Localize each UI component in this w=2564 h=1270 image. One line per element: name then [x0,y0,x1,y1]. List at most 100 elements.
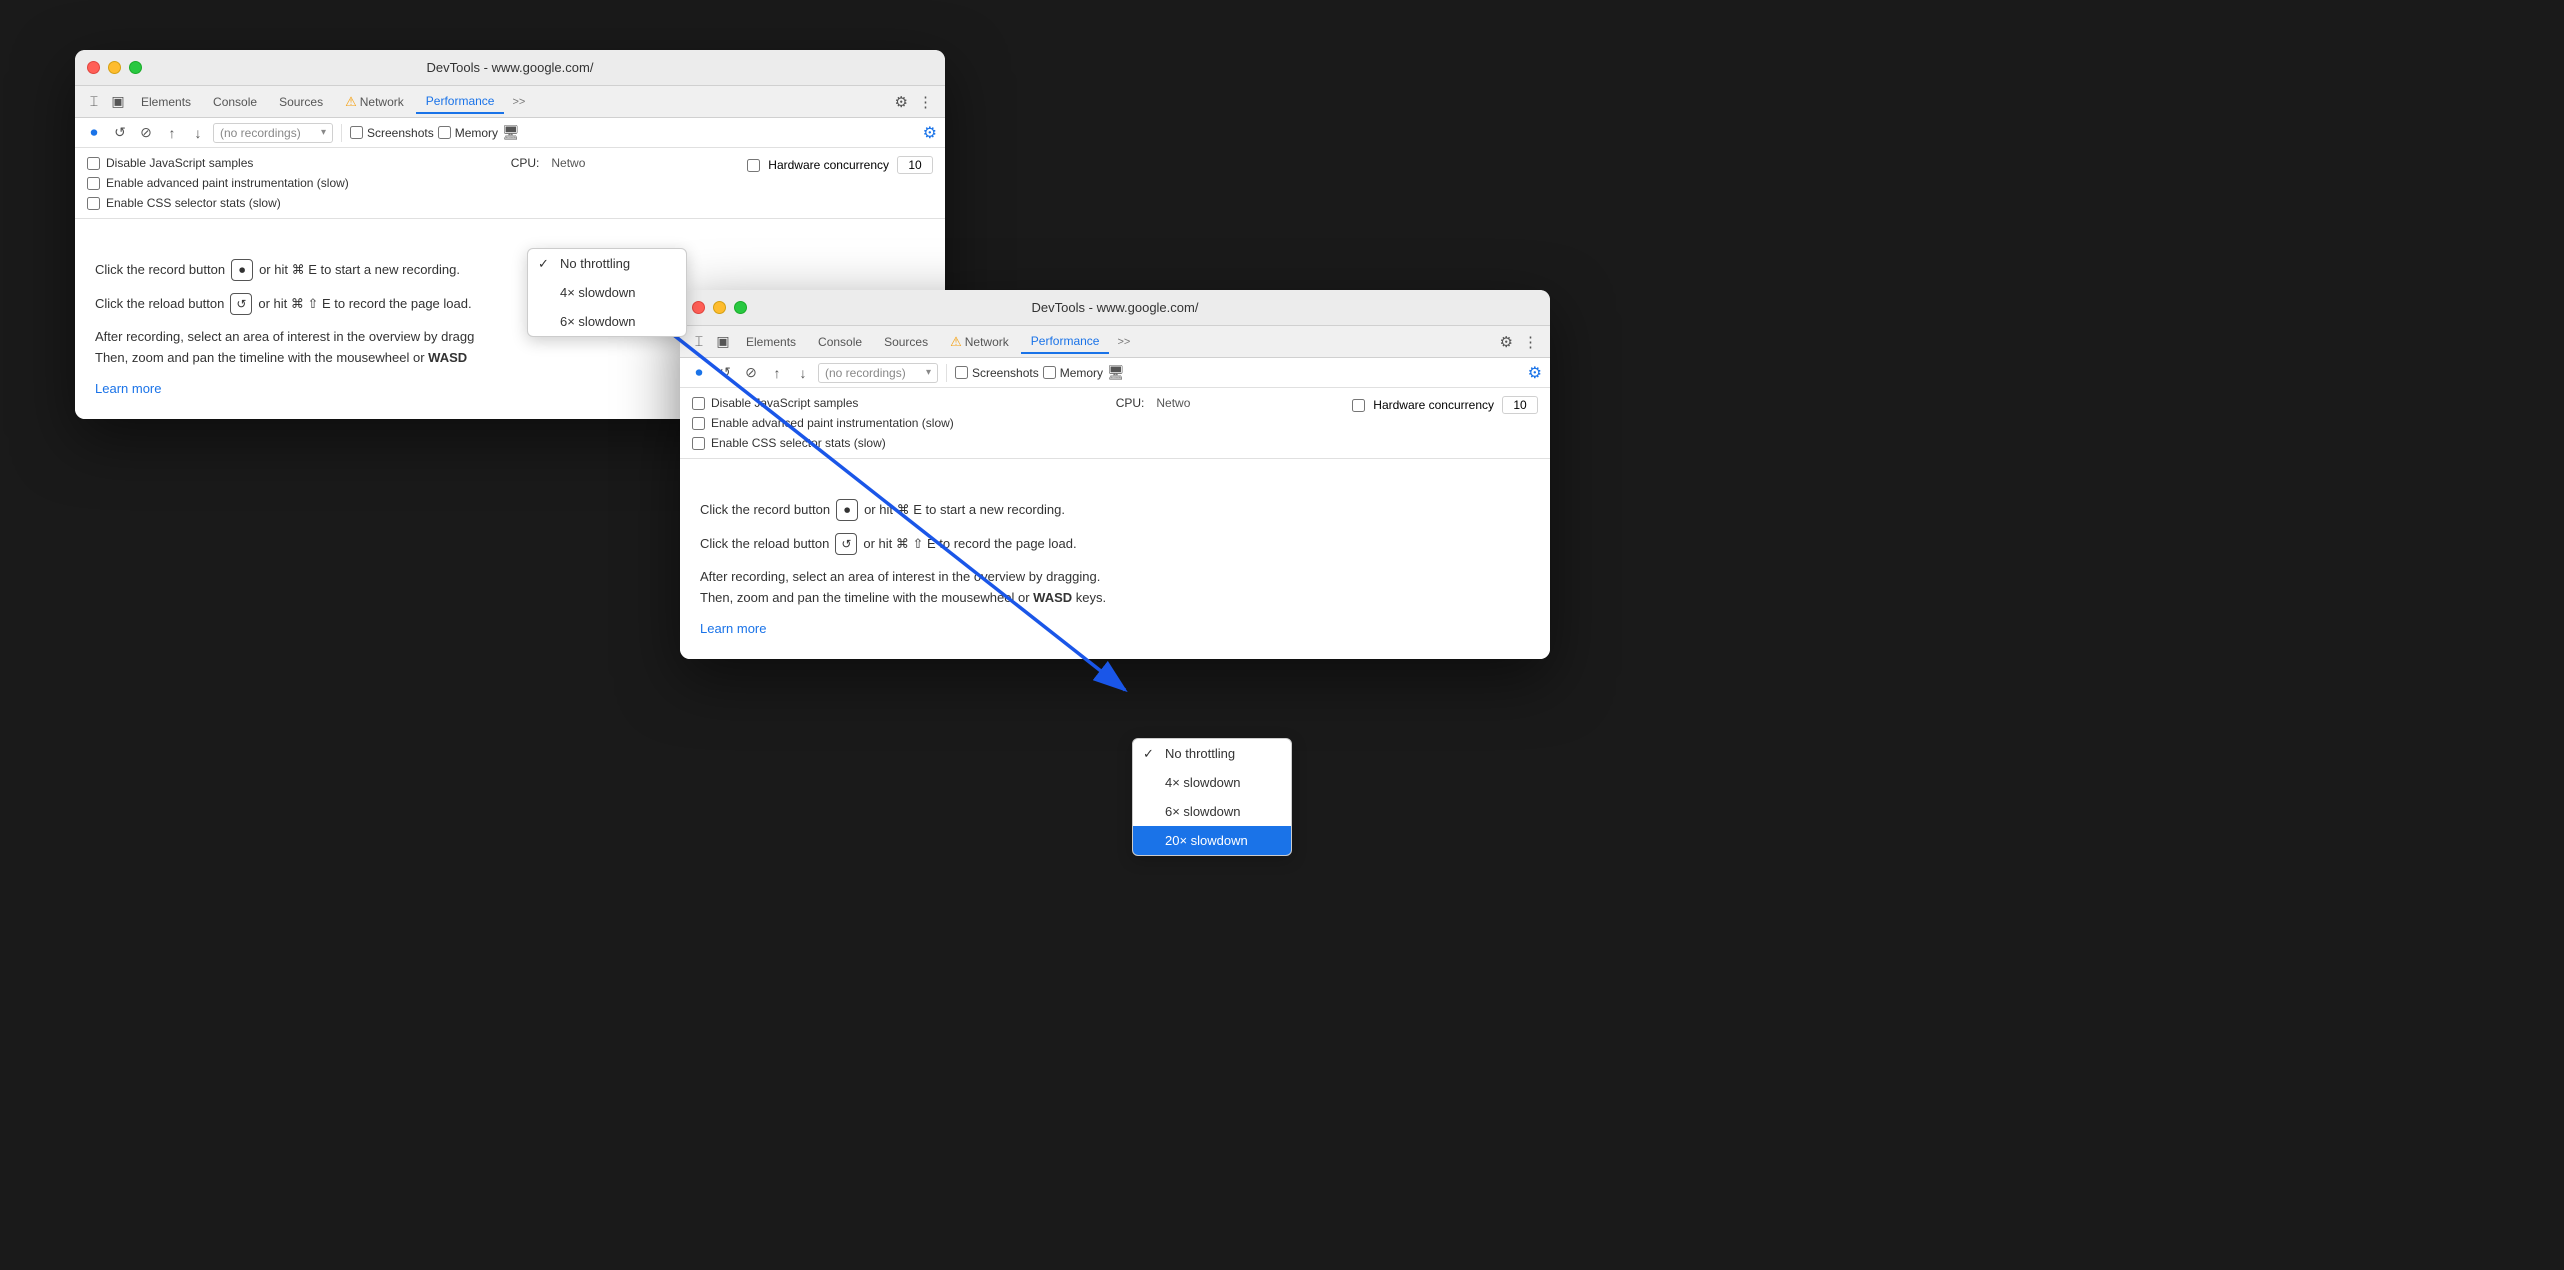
record-instruction-back: Click the record button ⏺ or hit ⌘ E to … [95,259,925,281]
advanced-paint-check-front[interactable]: Enable advanced paint instrumentation (s… [692,416,954,430]
network-row-back: Netwo [551,156,585,170]
cpu-throttle-dropdown-back: No throttling 4× slowdown 6× slowdown [527,248,687,337]
cpu-row-back: CPU: [511,156,540,170]
cpu-display-icon-front: 🖥 [1107,364,1125,381]
traffic-lights-back [87,61,142,74]
css-selector-check-back[interactable]: Enable CSS selector stats (slow) [87,196,349,210]
20x-slowdown-option-front[interactable]: 20× slowdown [1133,826,1291,855]
concurrency-input-front[interactable] [1502,396,1538,414]
tabs-bar-back: ⌶ ▣ Elements Console Sources ⚠ Network P… [75,86,945,118]
memory-checkbox-back[interactable] [438,126,451,139]
advanced-paint-check-back[interactable]: Enable advanced paint instrumentation (s… [87,176,349,190]
tab-elements-front[interactable]: Elements [736,331,806,353]
6x-slowdown-option-front[interactable]: 6× slowdown [1133,797,1291,826]
memory-check-front[interactable]: Memory [1043,366,1103,380]
separator-1-back [341,124,342,142]
cpu-throttle-dropdown-front: No throttling 4× slowdown 6× slowdown 20… [1132,738,1292,856]
recordings-dropdown-front[interactable]: (no recordings) ▾ [818,363,938,383]
clear-button-front[interactable]: ⊘ [740,362,762,384]
record-button-back[interactable]: ⏺ [83,122,105,144]
instructions-front: Click the record button ⏺ or hit ⌘ E to … [700,499,1530,636]
tab-performance-front[interactable]: Performance [1021,330,1110,354]
css-selector-checkbox-back[interactable] [87,197,100,210]
tab-sources-front[interactable]: Sources [874,331,938,353]
reload-instruction-front: Click the reload button ↺ or hit ⌘ ⇧ E t… [700,533,1530,555]
screenshots-checkbox-front[interactable] [955,366,968,379]
concurrency-input-back[interactable] [897,156,933,174]
6x-slowdown-option-back[interactable]: 6× slowdown [528,307,686,336]
reload-icon-front: ↺ [835,533,857,555]
record-icon-back: ⏺ [231,259,253,281]
4x-slowdown-option-back[interactable]: 4× slowdown [528,278,686,307]
title-bar-back: DevTools - www.google.com/ [75,50,945,86]
no-throttling-option-back[interactable]: No throttling [528,249,686,278]
screenshots-check-back[interactable]: Screenshots [350,126,434,140]
close-button-front[interactable] [692,301,705,314]
advanced-paint-checkbox-front[interactable] [692,417,705,430]
title-bar-front: DevTools - www.google.com/ [680,290,1550,326]
reload-button-back[interactable]: ↺ [109,122,131,144]
memory-check-back[interactable]: Memory [438,126,498,140]
screenshots-check-front[interactable]: Screenshots [955,366,1039,380]
hardware-row-back: Hardware concurrency [747,156,933,174]
clear-button-back[interactable]: ⊘ [135,122,157,144]
tab-more-back[interactable]: >> [506,92,531,112]
tab-sources-back[interactable]: Sources [269,91,333,113]
hardware-concurrency-checkbox-back[interactable] [747,159,760,172]
memory-checkbox-front[interactable] [1043,366,1056,379]
maximize-button-front[interactable] [734,301,747,314]
gear-blue-front[interactable]: ⚙ [1528,363,1542,383]
upload-button-front[interactable]: ↑ [766,362,788,384]
settings-left-back: Disable JavaScript samples Enable advanc… [87,156,349,210]
cpu-display-icon: 🖥 [502,124,520,141]
maximize-button-back[interactable] [129,61,142,74]
tab-more-front[interactable]: >> [1111,332,1136,352]
reload-button-front[interactable]: ↺ [714,362,736,384]
network-row-front: Netwo [1156,396,1190,410]
tab-console-back[interactable]: Console [203,91,267,113]
cpu-row-front: CPU: [1116,396,1145,410]
upload-button-back[interactable]: ↑ [161,122,183,144]
devtools-window-front: DevTools - www.google.com/ ⌶ ▣ Elements … [680,290,1550,659]
more-menu-front[interactable]: ⋮ [1519,329,1542,355]
layers-icon[interactable]: ▣ [107,91,129,113]
download-button-front[interactable]: ↓ [792,362,814,384]
close-button-back[interactable] [87,61,100,74]
settings-gear-front[interactable]: ⚙ [1496,329,1517,355]
disable-js-check-front[interactable]: Disable JavaScript samples [692,396,954,410]
4x-slowdown-option-front[interactable]: 4× slowdown [1133,768,1291,797]
layers-icon-front[interactable]: ▣ [712,331,734,353]
css-selector-checkbox-front[interactable] [692,437,705,450]
tab-elements-back[interactable]: Elements [131,91,201,113]
settings-left-front: Disable JavaScript samples Enable advanc… [692,396,954,450]
record-button-front[interactable]: ⏺ [688,362,710,384]
disable-js-checkbox-back[interactable] [87,157,100,170]
minimize-button-front[interactable] [713,301,726,314]
cursor-icon-front[interactable]: ⌶ [688,331,710,353]
tab-network-front[interactable]: ⚠ Network [940,330,1019,354]
no-throttling-option-front[interactable]: No throttling [1133,739,1291,768]
warning-icon: ⚠ [345,94,357,110]
settings-gear-back[interactable]: ⚙ [891,89,912,115]
learn-more-link-front[interactable]: Learn more [700,621,1530,636]
window-title-front: DevTools - www.google.com/ [692,300,1538,315]
cursor-icon[interactable]: ⌶ [83,91,105,113]
download-button-back[interactable]: ↓ [187,122,209,144]
disable-js-checkbox-front[interactable] [692,397,705,410]
separator-1-front [946,364,947,382]
screenshots-checkbox-back[interactable] [350,126,363,139]
advanced-paint-checkbox-back[interactable] [87,177,100,190]
more-menu-back[interactable]: ⋮ [914,89,937,115]
settings-panel-front: Disable JavaScript samples Enable advanc… [680,388,1550,459]
recordings-dropdown-back[interactable]: (no recordings) ▾ [213,123,333,143]
hardware-concurrency-checkbox-front[interactable] [1352,399,1365,412]
tab-performance-back[interactable]: Performance [416,90,505,114]
disable-js-check-back[interactable]: Disable JavaScript samples [87,156,349,170]
tab-console-front[interactable]: Console [808,331,872,353]
gear-blue-back[interactable]: ⚙ [923,123,937,143]
toolbar-front: ⏺ ↺ ⊘ ↑ ↓ (no recordings) ▾ Screenshots … [680,358,1550,388]
minimize-button-back[interactable] [108,61,121,74]
settings-panel-back: Disable JavaScript samples Enable advanc… [75,148,945,219]
css-selector-check-front[interactable]: Enable CSS selector stats (slow) [692,436,954,450]
tab-network-back[interactable]: ⚠ Network [335,90,414,114]
